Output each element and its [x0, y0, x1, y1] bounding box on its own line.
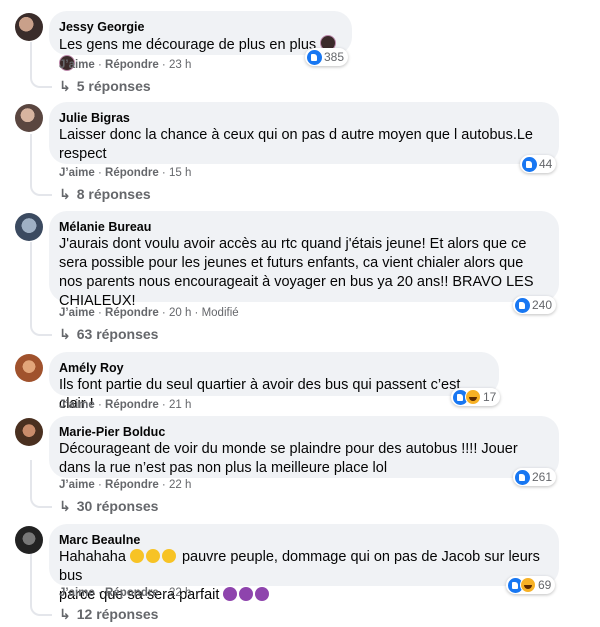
thread-line [30, 552, 32, 606]
comment-author[interactable]: Julie Bigras [59, 110, 547, 126]
avatar[interactable] [15, 13, 43, 41]
like-button[interactable]: J’aime [59, 307, 95, 319]
thread-line [30, 242, 32, 326]
replies-label: 63 réponses [76, 326, 159, 342]
rofl-emoji-icon [145, 549, 160, 563]
comment-time[interactable]: 23 h [169, 59, 191, 71]
reactions-count[interactable]: 69 [506, 576, 556, 594]
reply-button[interactable]: Répondre [105, 587, 159, 599]
comment-time[interactable]: 22 h [169, 479, 191, 491]
comment-text-body: Les gens me décourage de plus en plus [59, 37, 317, 53]
like-reaction-icon [307, 49, 322, 65]
reply-button[interactable]: Répondre [105, 307, 159, 319]
comment-author[interactable]: Jessy Georgie [59, 19, 340, 35]
thread-branch [30, 320, 52, 336]
reaction-total: 17 [483, 390, 497, 404]
like-button[interactable]: J’aime [59, 587, 95, 599]
comment-time[interactable]: 22 h [169, 587, 191, 599]
comment-actions: J’aime · Répondre · 21 h [59, 399, 192, 411]
reply-button[interactable]: Répondre [105, 167, 159, 179]
replies-label: 8 réponses [76, 186, 151, 202]
avatar[interactable] [15, 354, 43, 382]
view-replies-button[interactable]: ↳ 8 réponses [59, 185, 151, 203]
like-button[interactable]: J’aime [59, 167, 95, 179]
view-replies-button[interactable]: ↳ 12 réponses [59, 605, 158, 623]
edited-label[interactable]: Modifié [202, 307, 239, 319]
avatar[interactable] [15, 104, 43, 132]
replies-label: 30 réponses [76, 498, 159, 514]
thread-line [30, 134, 32, 186]
thread-branch [30, 70, 52, 88]
like-reaction-icon [515, 297, 530, 313]
comment-bubble: Jessy Georgie Les gens me décourage de p… [49, 11, 352, 71]
rofl-emoji-icon [161, 549, 176, 563]
comment-author[interactable]: Marc Beaulne [59, 532, 547, 548]
reply-arrow-icon: ↳ [59, 606, 71, 622]
view-replies-button[interactable]: ↳ 30 réponses [59, 497, 158, 515]
comment-actions: J’aime · Répondre · 23 h [59, 59, 192, 71]
like-reaction-icon [522, 156, 537, 172]
reaction-total: 385 [324, 50, 345, 64]
like-button[interactable]: J’aime [59, 59, 95, 71]
comment-bubble: Marc Beaulne Hahahaha pauvre peuple, dom… [49, 524, 559, 603]
comment-time[interactable]: 21 h [169, 399, 191, 411]
rofl-emoji-icon [129, 549, 144, 563]
comment-time[interactable]: 15 h [169, 167, 191, 179]
avatar[interactable] [15, 213, 43, 241]
comment-text: Décourageant de voir du monde se plaindr… [59, 441, 518, 476]
smiling-devil-emoji-icon [255, 587, 270, 601]
comment-bubble: Mélanie Bureau J'aurais dont voulu avoir… [49, 211, 559, 309]
comment-author[interactable]: Mélanie Bureau [59, 219, 547, 235]
reply-arrow-icon: ↳ [59, 78, 71, 94]
avatar[interactable] [15, 526, 43, 554]
comment-bubble: Amély Roy Ils font partie du seul quarti… [49, 352, 499, 412]
comment-actions: J’aime · Répondre · 22 h [59, 479, 192, 491]
reply-button[interactable]: Répondre [105, 399, 159, 411]
comment-actions: J’aime · Répondre · 22 h [59, 587, 192, 599]
haha-reaction-icon [520, 577, 536, 593]
comment-time[interactable]: 20 h [169, 307, 191, 319]
like-button[interactable]: J’aime [59, 479, 95, 491]
comment-text: J'aurais dont voulu avoir accès au rtc q… [59, 236, 534, 309]
comment-bubble: Julie Bigras Laisser donc la chance à ce… [49, 102, 559, 164]
reply-arrow-icon: ↳ [59, 498, 71, 514]
comment-author[interactable]: Amély Roy [59, 360, 487, 376]
comment-text: Laisser donc la chance à ceux qui on pas… [59, 127, 533, 162]
haha-reaction-icon [465, 389, 481, 405]
reply-button[interactable]: Répondre [105, 479, 159, 491]
reaction-total: 44 [539, 157, 553, 171]
reactions-count[interactable]: 261 [513, 468, 557, 486]
reply-arrow-icon: ↳ [59, 186, 71, 202]
reactions-count[interactable]: 385 [305, 48, 349, 66]
comment-text-start: Hahahaha [59, 549, 126, 565]
comment-author[interactable]: Marie-Pier Bolduc [59, 424, 547, 440]
reaction-total: 69 [538, 578, 552, 592]
smiling-devil-emoji-icon [239, 587, 254, 601]
avatar[interactable] [15, 418, 43, 446]
comment-actions: J’aime · Répondre · 20 h · Modifié [59, 307, 239, 319]
thread-branch [30, 492, 52, 508]
thread-branch [30, 180, 52, 196]
comment-bubble: Marie-Pier Bolduc Décourageant de voir d… [49, 416, 559, 478]
reactions-count[interactable]: 44 [520, 155, 557, 173]
comment-actions: J’aime · Répondre · 15 h [59, 167, 192, 179]
replies-label: 5 réponses [76, 78, 151, 94]
reply-arrow-icon: ↳ [59, 326, 71, 342]
reaction-total: 240 [532, 298, 553, 312]
reaction-total: 261 [532, 470, 553, 484]
smiling-devil-emoji-icon [223, 587, 238, 601]
like-reaction-icon [515, 469, 530, 485]
like-button[interactable]: J’aime [59, 399, 95, 411]
view-replies-button[interactable]: ↳ 63 réponses [59, 325, 158, 343]
reactions-count[interactable]: 17 [451, 388, 501, 406]
reply-button[interactable]: Répondre [105, 59, 159, 71]
replies-label: 12 réponses [76, 606, 159, 622]
thread-branch [30, 600, 52, 616]
reactions-count[interactable]: 240 [513, 296, 557, 314]
view-replies-button[interactable]: ↳ 5 réponses [59, 77, 151, 95]
